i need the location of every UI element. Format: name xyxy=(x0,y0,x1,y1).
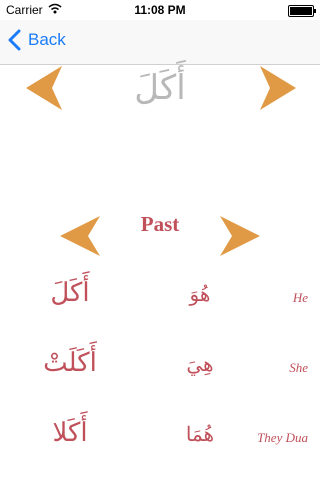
next-tense-arrow-icon[interactable] xyxy=(218,214,262,258)
conjugated-verb: أَكَلَ xyxy=(50,278,90,308)
conjugated-verb: أَكَلا xyxy=(52,418,88,448)
clock: 11:08 PM xyxy=(134,3,186,17)
battery-icon xyxy=(288,5,316,17)
conjugation-row: أَكَلَتْ هِيَ She xyxy=(0,348,320,388)
tense-label: Past xyxy=(140,212,180,236)
back-button[interactable]: Back xyxy=(6,29,66,51)
current-verb: أَكَلَ xyxy=(134,68,186,108)
conjugation-row: أَكَلَ هُوَ He xyxy=(0,278,320,318)
previous-verb-arrow-icon[interactable] xyxy=(24,64,64,112)
arabic-pronoun: هُوَ xyxy=(189,282,211,306)
navigation-bar: Back xyxy=(0,20,320,65)
english-pronoun: He xyxy=(292,290,308,305)
chevron-left-icon xyxy=(8,29,21,51)
back-label: Back xyxy=(28,30,66,49)
conjugation-row: أَكَلا هُمَا They Dua xyxy=(0,418,320,458)
conjugated-verb: أَكَلَتْ xyxy=(43,348,97,378)
english-pronoun: She xyxy=(289,360,308,375)
arabic-pronoun: هِيَ xyxy=(186,352,214,376)
english-pronoun: They Dua xyxy=(257,430,308,445)
next-verb-arrow-icon[interactable] xyxy=(258,64,298,112)
status-bar: Carrier 11:08 PM xyxy=(0,0,320,20)
previous-tense-arrow-icon[interactable] xyxy=(58,214,102,258)
arabic-pronoun: هُمَا xyxy=(185,422,215,446)
